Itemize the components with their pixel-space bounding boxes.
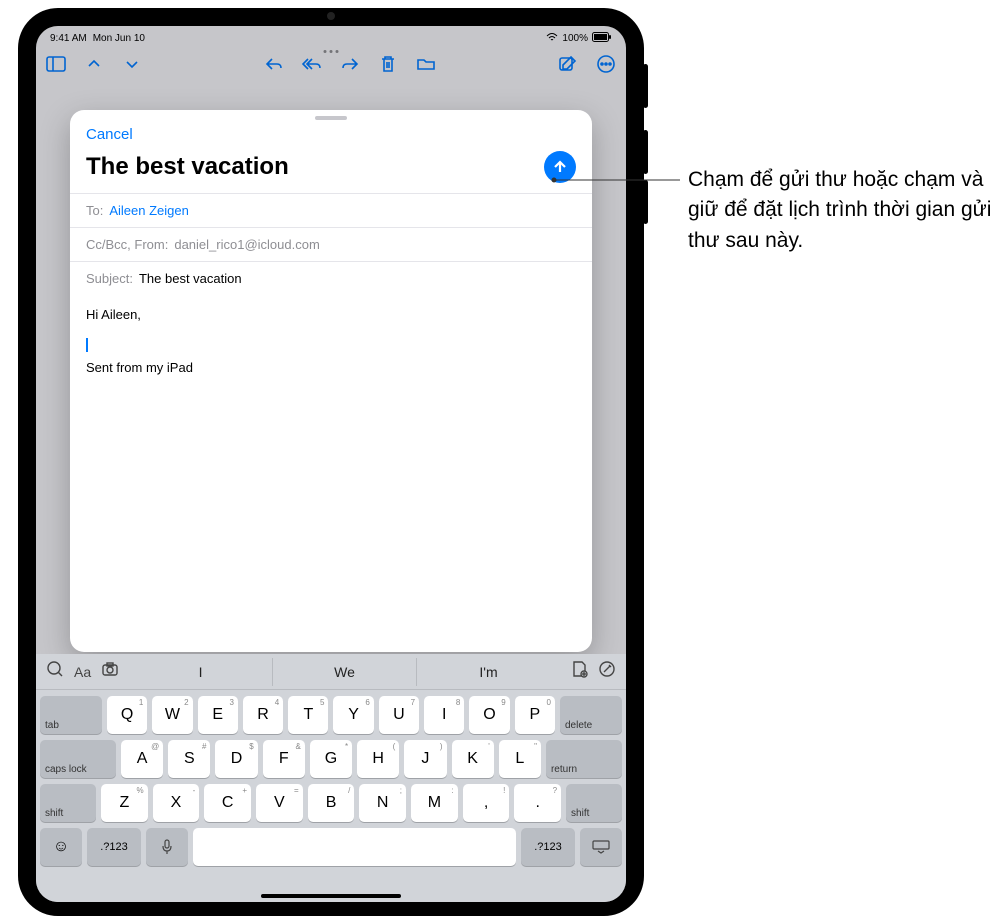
key-B[interactable]: /B <box>308 784 355 822</box>
key-S[interactable]: #S <box>168 740 210 778</box>
key-N[interactable]: ;N <box>359 784 406 822</box>
return-key[interactable]: return <box>546 740 622 778</box>
mode-key-right[interactable]: .?123 <box>521 828 575 866</box>
delete-key[interactable]: delete <box>560 696 622 734</box>
scan-document-icon[interactable] <box>570 660 588 683</box>
prediction-3[interactable]: I'm <box>416 658 560 686</box>
to-label: To: <box>86 203 103 218</box>
front-camera <box>327 12 335 20</box>
key-,[interactable]: !, <box>463 784 510 822</box>
key-A[interactable]: @A <box>121 740 163 778</box>
key-O[interactable]: 9O <box>469 696 509 734</box>
compose-sheet: Cancel The best vacation To: Aileen Zeig… <box>70 110 592 652</box>
key-X[interactable]: -X <box>153 784 200 822</box>
key-Z[interactable]: %Z <box>101 784 148 822</box>
key-C[interactable]: +C <box>204 784 251 822</box>
ipad-screen: 9:41 AM Mon Jun 10 100% <box>36 26 626 902</box>
key-.[interactable]: ?. <box>514 784 561 822</box>
home-indicator[interactable] <box>261 894 401 898</box>
text-cursor <box>86 338 88 352</box>
volume-down-button <box>643 180 648 224</box>
cancel-button[interactable]: Cancel <box>86 126 133 143</box>
to-value[interactable]: Aileen Zeigen <box>109 203 189 218</box>
key-T[interactable]: 5T <box>288 696 328 734</box>
mode-key-left[interactable]: .?123 <box>87 828 141 866</box>
key-P[interactable]: 0P <box>515 696 555 734</box>
mic-key[interactable] <box>146 828 188 866</box>
key-K[interactable]: 'K <box>452 740 494 778</box>
prediction-1[interactable]: I <box>129 658 272 686</box>
volume-up-button <box>643 130 648 174</box>
tab-key[interactable]: tab <box>40 696 102 734</box>
key-J[interactable]: )J <box>404 740 446 778</box>
key-H[interactable]: (H <box>357 740 399 778</box>
key-W[interactable]: 2W <box>152 696 192 734</box>
emoji-search-icon[interactable] <box>46 660 64 683</box>
text-format-icon[interactable]: Aa <box>74 664 91 680</box>
key-L[interactable]: "L <box>499 740 541 778</box>
space-key[interactable] <box>193 828 516 866</box>
subject-field[interactable]: Subject: The best vacation <box>70 261 592 295</box>
key-Y[interactable]: 6Y <box>333 696 373 734</box>
onscreen-keyboard: Aa I We I'm tab1Q2W3E4R5T6Y7U8I9O0Pdelet… <box>36 654 626 902</box>
key-D[interactable]: $D <box>215 740 257 778</box>
key-Q[interactable]: 1Q <box>107 696 147 734</box>
prediction-bar: Aa I We I'm <box>36 654 626 690</box>
cc-bcc-from-field[interactable]: Cc/Bcc, From: daniel_rico1@icloud.com <box>70 227 592 261</box>
cc-value: daniel_rico1@icloud.com <box>174 237 319 252</box>
key-V[interactable]: =V <box>256 784 303 822</box>
to-field[interactable]: To: Aileen Zeigen <box>70 193 592 227</box>
emoji-key[interactable]: ☺ <box>40 828 82 866</box>
key-M[interactable]: :M <box>411 784 458 822</box>
subject-label: Subject: <box>86 271 133 286</box>
key-E[interactable]: 3E <box>198 696 238 734</box>
body-greeting: Hi Aileen, <box>86 305 576 325</box>
key-I[interactable]: 8I <box>424 696 464 734</box>
shift-right-key[interactable]: shift <box>566 784 622 822</box>
camera-icon[interactable] <box>101 660 119 683</box>
callout-text: Chạm để gửi thư hoặc chạm và giữ để đặt … <box>688 165 998 256</box>
body-signature: Sent from my iPad <box>86 358 576 378</box>
cc-label: Cc/Bcc, From: <box>86 237 168 252</box>
message-body[interactable]: Hi Aileen, Sent from my iPad <box>70 295 592 652</box>
compose-title: The best vacation <box>86 153 289 181</box>
capslock-key[interactable]: caps lock <box>40 740 116 778</box>
key-R[interactable]: 4R <box>243 696 283 734</box>
subject-value: The best vacation <box>139 271 242 286</box>
key-U[interactable]: 7U <box>379 696 419 734</box>
prediction-2[interactable]: We <box>272 658 416 686</box>
ipad-device-frame: 9:41 AM Mon Jun 10 100% <box>18 8 644 916</box>
power-button <box>643 64 648 108</box>
shift-left-key[interactable]: shift <box>40 784 96 822</box>
hide-keyboard-key[interactable] <box>580 828 622 866</box>
key-F[interactable]: &F <box>263 740 305 778</box>
key-G[interactable]: *G <box>310 740 352 778</box>
send-button[interactable] <box>544 151 576 183</box>
markup-icon[interactable] <box>598 660 616 683</box>
